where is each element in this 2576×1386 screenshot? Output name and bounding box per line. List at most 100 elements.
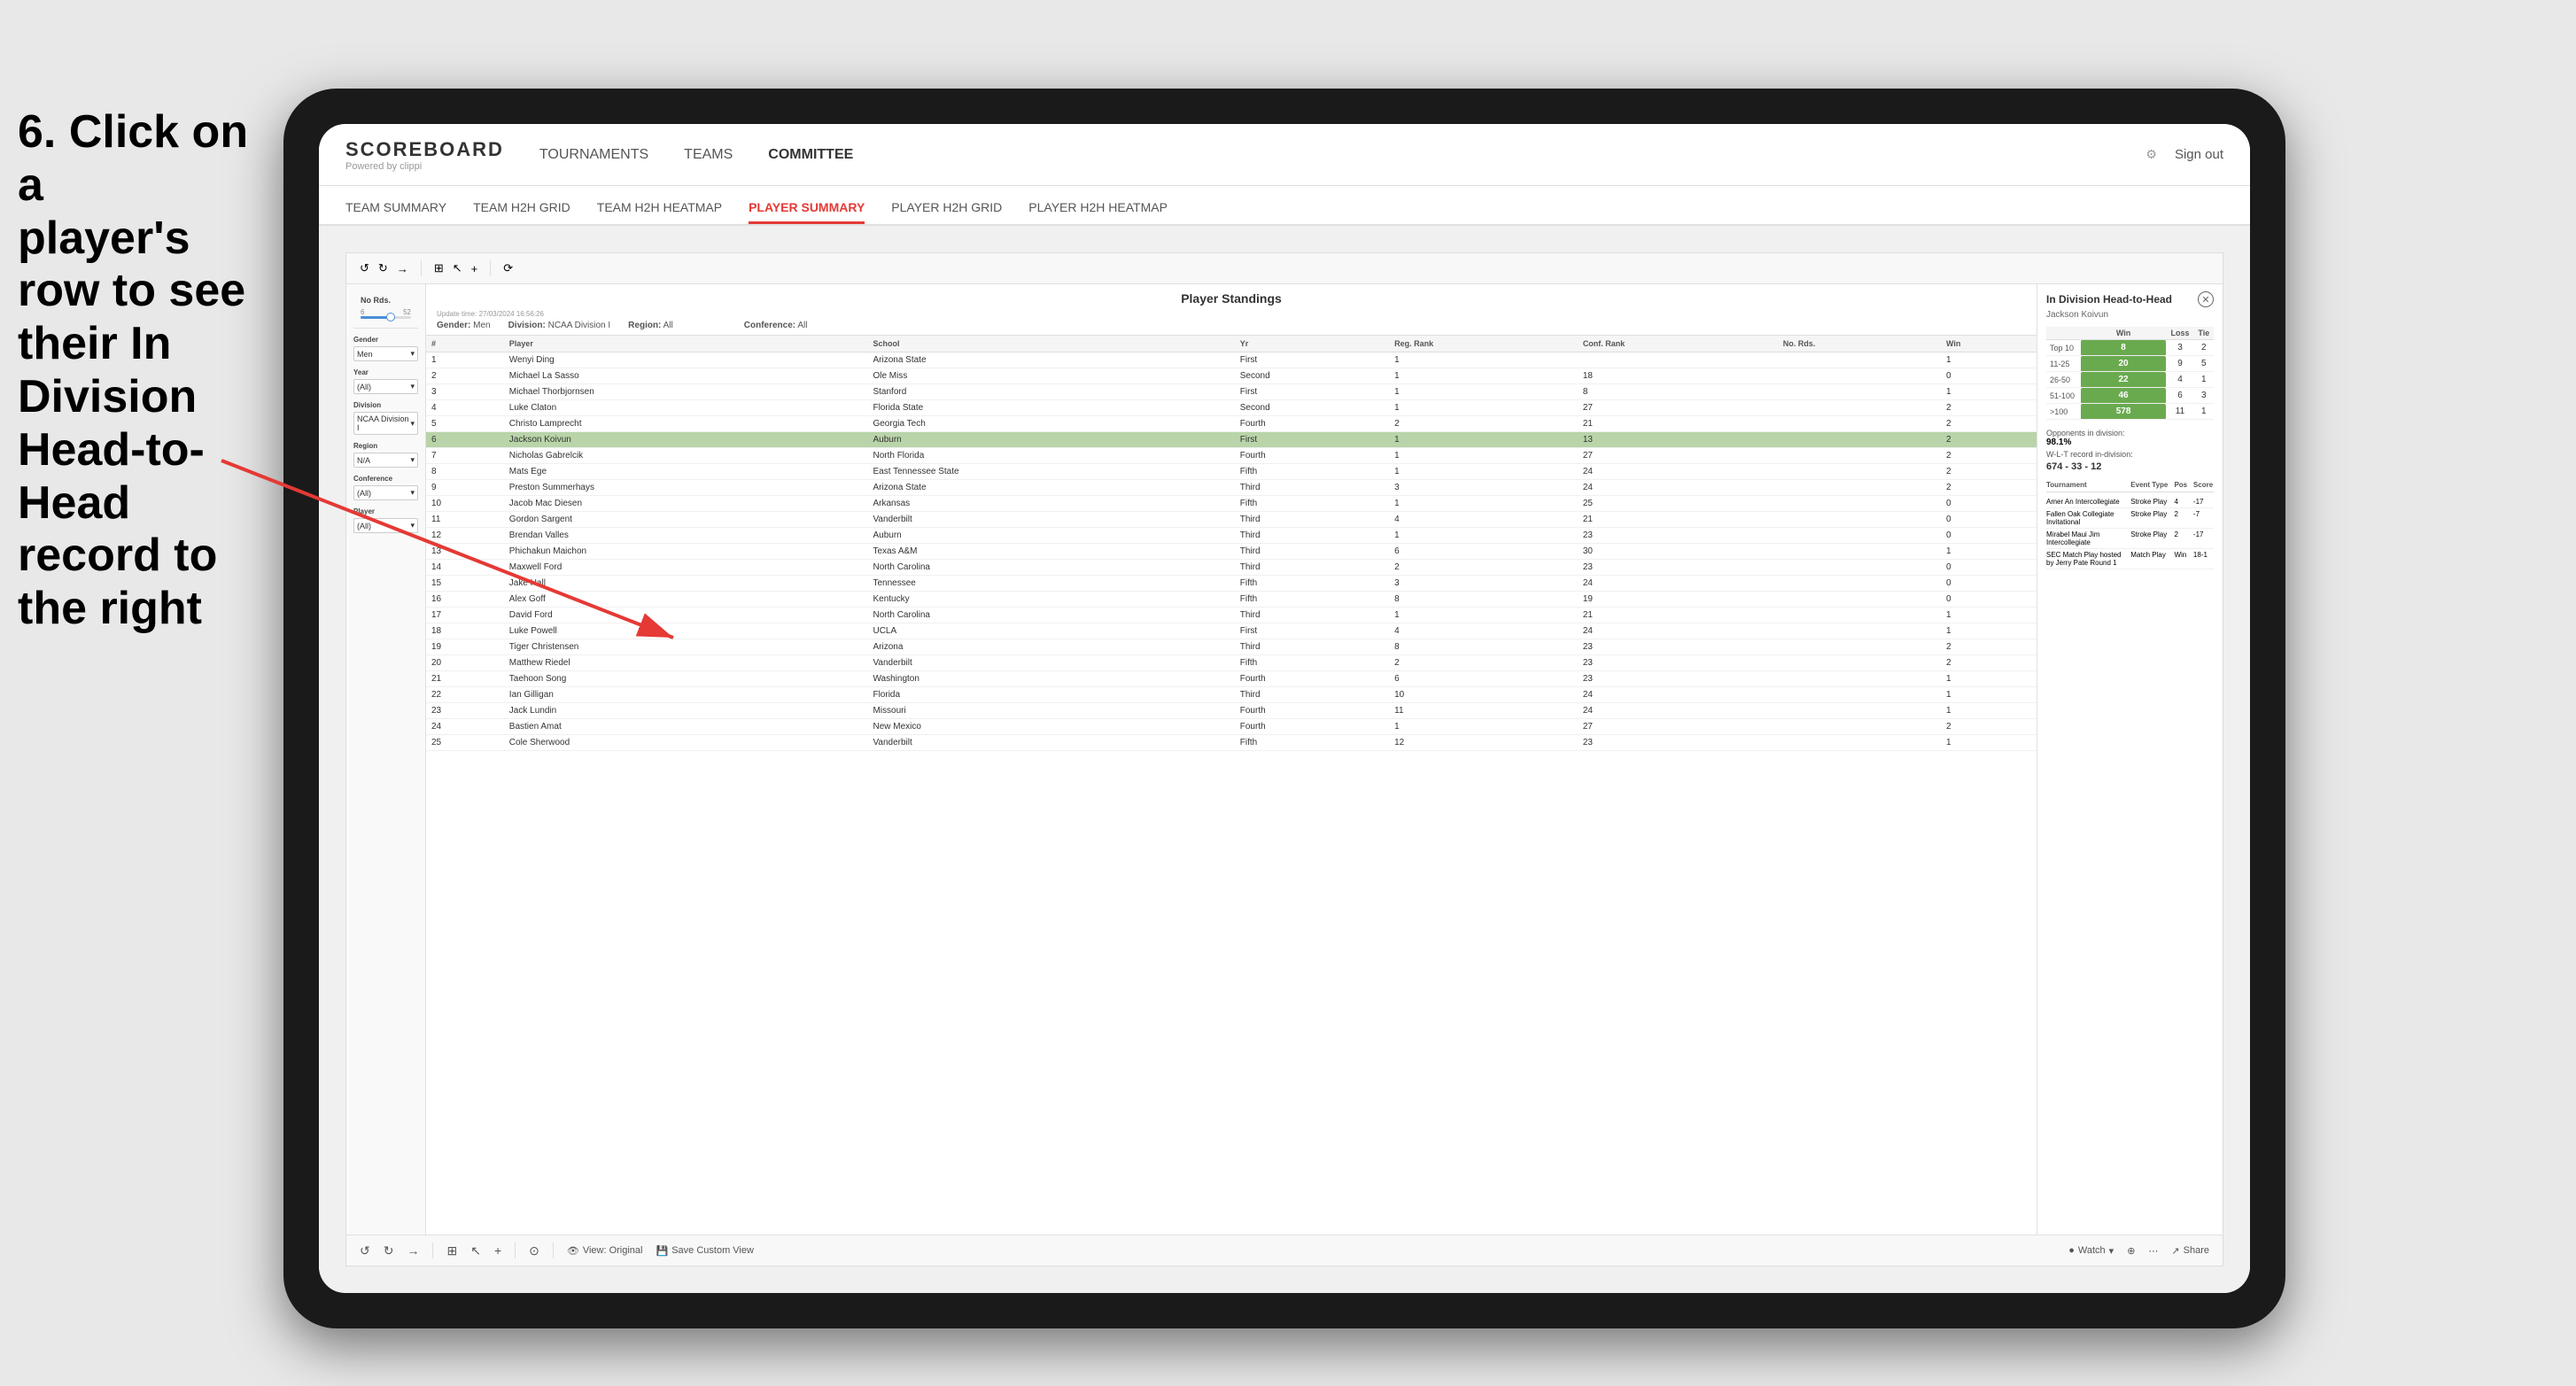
refresh-icon[interactable]: ⟳ [503,261,513,275]
cell-reg: 1 [1389,384,1578,400]
cell-win: 0 [1941,592,2037,608]
cell-school: North Carolina [867,608,1234,623]
cell-rds [1778,687,1941,703]
year-select[interactable]: (All) ▾ [353,379,418,394]
forward-icon[interactable]: → [397,262,408,275]
cell-conf: 24 [1578,703,1778,719]
table-row[interactable]: 24 Bastien Amat New Mexico Fourth 1 27 2 [426,719,2037,735]
player-select[interactable]: (All) ▾ [353,518,418,533]
step-btn[interactable]: → [407,1243,419,1258]
standings-panel: Player Standings Update time: 27/03/2024… [426,284,2037,1235]
table-row[interactable]: 20 Matthew Riedel Vanderbilt Fifth 2 23 … [426,655,2037,671]
table-row[interactable]: 15 Jake Hall Tennessee Fifth 3 24 0 [426,576,2037,592]
table-row[interactable]: 22 Ian Gilligan Florida Third 10 24 1 [426,687,2037,703]
table-row[interactable]: 8 Mats Ege East Tennessee State Fifth 1 … [426,464,2037,480]
subnav-team-summary[interactable]: TEAM SUMMARY [345,200,446,224]
grid-icon[interactable]: ⊞ [434,261,444,275]
table-row[interactable]: 16 Alex Goff Kentucky Fifth 8 19 0 [426,592,2037,608]
tournament-row: Mirabel Maui Jim Intercollegiate Stroke … [2046,529,2214,549]
h2h-row-label: Top 10 [2046,340,2081,356]
subnav-player-summary[interactable]: PLAYER SUMMARY [749,200,865,224]
h2h-tie-val: 2 [2194,340,2214,356]
redo-btn[interactable]: ↻ [384,1243,394,1258]
table-row[interactable]: 2 Michael La Sasso Ole Miss Second 1 18 … [426,368,2037,384]
cell-school: North Florida [867,448,1234,464]
slider-thumb[interactable] [386,313,395,321]
sign-out-button[interactable]: Sign out [2175,147,2223,162]
cell-yr: Third [1235,480,1389,496]
instruction-line2: player's row to see [18,213,245,317]
cell-player: Brendan Valles [504,528,868,544]
nav-teams[interactable]: TEAMS [684,143,733,167]
watch-label: Watch [2078,1245,2106,1256]
table-row[interactable]: 19 Tiger Christensen Arizona Third 8 23 … [426,639,2037,655]
nav-tournaments[interactable]: TOURNAMENTS [539,143,648,167]
division-select[interactable]: NCAA Division I ▾ [353,412,418,435]
cursor-icon[interactable]: ↖ [453,261,462,275]
table-row[interactable]: 9 Preston Summerhays Arizona State Third… [426,480,2037,496]
divider [421,260,422,276]
t-type: Stroke Play [2130,530,2171,546]
table-row[interactable]: 11 Gordon Sargent Vanderbilt Third 4 21 … [426,512,2037,528]
subnav-team-h2h-grid[interactable]: TEAM H2H GRID [473,200,570,224]
t-name: Mirabel Maui Jim Intercollegiate [2046,530,2128,546]
standings-header: Player Standings Update time: 27/03/2024… [426,284,2037,336]
table-row[interactable]: 4 Luke Claton Florida State Second 1 27 … [426,400,2037,416]
cell-conf: 23 [1578,528,1778,544]
region-select[interactable]: N/A ▾ [353,453,418,468]
table-row[interactable]: 18 Luke Powell UCLA First 4 24 1 [426,623,2037,639]
plus-btn[interactable]: + [494,1243,501,1258]
no-rds-slider[interactable] [361,316,411,319]
conference-select[interactable]: (All) ▾ [353,485,418,500]
cell-player: Preston Summerhays [504,480,868,496]
cell-reg: 8 [1389,592,1578,608]
table-row[interactable]: 3 Michael Thorbjornsen Stanford First 1 … [426,384,2037,400]
table-row[interactable]: 7 Nicholas Gabrelcik North Florida Fourt… [426,448,2037,464]
subnav-player-h2h-grid[interactable]: PLAYER H2H GRID [891,200,1002,224]
cell-conf: 23 [1578,655,1778,671]
table-row[interactable]: 17 David Ford North Carolina Third 1 21 … [426,608,2037,623]
cell-win: 1 [1941,544,2037,560]
timer-btn[interactable]: ⊙ [529,1243,539,1258]
share-btn[interactable]: ↗ Share [2171,1245,2209,1257]
gender-select[interactable]: Men ▾ [353,346,418,361]
redo-icon[interactable]: ↻ [378,261,388,275]
undo-icon[interactable]: ↺ [360,261,369,275]
cell-rds [1778,368,1941,384]
nav-committee[interactable]: COMMITTEE [768,143,853,167]
cell-yr: Fourth [1235,703,1389,719]
table-row[interactable]: 6 Jackson Koivun Auburn First 1 13 2 [426,432,2037,448]
undo-btn[interactable]: ↺ [360,1243,370,1258]
cell-school: Florida [867,687,1234,703]
subnav-player-h2h-heatmap[interactable]: PLAYER H2H HEATMAP [1028,200,1168,224]
table-row[interactable]: 21 Taehoon Song Washington Fourth 6 23 1 [426,671,2037,687]
h2h-close-button[interactable]: ✕ [2198,291,2214,307]
gender-value: Men [357,350,373,359]
table-row[interactable]: 25 Cole Sherwood Vanderbilt Fifth 12 23 … [426,735,2037,751]
grid-btn[interactable]: ⊞ [446,1243,457,1258]
cell-reg: 1 [1389,352,1578,368]
cursor-btn[interactable]: ↖ [470,1243,481,1258]
subnav-team-h2h-heatmap[interactable]: TEAM H2H HEATMAP [597,200,722,224]
h2h-row: 26-50 22 4 1 [2046,372,2214,388]
add-icon[interactable]: + [471,262,478,275]
table-row[interactable]: 10 Jacob Mac Diesen Arkansas Fifth 1 25 … [426,496,2037,512]
t-type: Stroke Play [2130,498,2171,506]
pbi-toolbar: ↺ ↻ → ⊞ ↖ + ⟳ [346,253,2223,284]
table-row[interactable]: 14 Maxwell Ford North Carolina Third 2 2… [426,560,2037,576]
cell-yr: Second [1235,400,1389,416]
table-row[interactable]: 12 Brendan Valles Auburn Third 1 23 0 [426,528,2037,544]
table-row[interactable]: 5 Christo Lamprecht Georgia Tech Fourth … [426,416,2037,432]
table-row[interactable]: 13 Phichakun Maichon Texas A&M Third 6 3… [426,544,2037,560]
settings-icon[interactable]: ⋯ [2148,1245,2158,1257]
cell-reg: 4 [1389,512,1578,528]
save-custom-btn[interactable]: 💾 Save Custom View [656,1245,754,1257]
cell-player: Wenyi Ding [504,352,868,368]
table-row[interactable]: 1 Wenyi Ding Arizona State First 1 1 [426,352,2037,368]
table-row[interactable]: 23 Jack Lundin Missouri Fourth 11 24 1 [426,703,2037,719]
view-original-btn[interactable]: 👁 View: Original [567,1245,643,1257]
standings-title: Player Standings [437,291,2026,306]
no-rds-label: No Rds. [361,296,411,305]
share-icon[interactable]: ⊕ [2127,1245,2135,1257]
watch-btn[interactable]: ● Watch ▾ [2068,1245,2114,1257]
